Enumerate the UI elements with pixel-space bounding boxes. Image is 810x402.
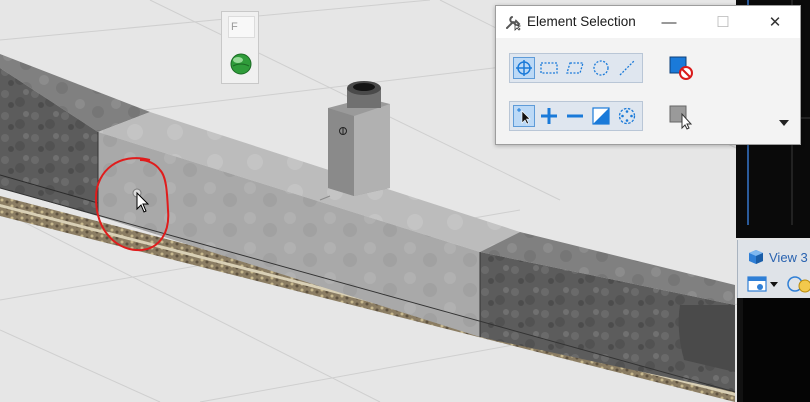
maximize-button[interactable]: ☐ xyxy=(700,6,746,38)
line-icon xyxy=(619,60,635,76)
element-selection-dialog: Element Selection — ☐ ✕ xyxy=(495,5,801,145)
dialog-titlebar[interactable]: Element Selection — ☐ ✕ xyxy=(496,6,800,38)
accudraw-mini-toolbar: F xyxy=(221,11,259,84)
clear-selection-button[interactable] xyxy=(667,54,695,82)
circle-icon xyxy=(593,60,609,76)
chevron-down-icon[interactable] xyxy=(778,118,790,128)
view-3-canvas[interactable] xyxy=(743,298,810,402)
dialog-title: Element Selection xyxy=(527,14,636,29)
view-attributes-icon xyxy=(747,276,767,292)
add-mode-button[interactable] xyxy=(538,105,560,127)
add-icon xyxy=(541,108,557,124)
mini-input-field[interactable]: F xyxy=(228,16,255,38)
view-dropdown-icon xyxy=(770,282,778,287)
subtract-mode-button[interactable] xyxy=(564,105,586,127)
subtract-icon xyxy=(567,114,583,118)
selection-mode-group xyxy=(509,101,643,131)
shape-method-button[interactable] xyxy=(564,57,586,79)
view-3-title: View 3 xyxy=(769,250,808,265)
view-display-icon xyxy=(787,276,810,293)
pick-icon xyxy=(516,60,532,76)
clear-mode-button[interactable] xyxy=(616,105,638,127)
block-method-button[interactable] xyxy=(538,57,560,79)
shape-icon xyxy=(566,62,584,74)
wrench-cursor-icon xyxy=(506,16,522,31)
close-button[interactable]: ✕ xyxy=(752,6,798,38)
minimize-button[interactable]: — xyxy=(646,6,692,38)
invert-icon xyxy=(592,107,610,125)
cube-icon xyxy=(749,250,763,264)
invert-mode-button[interactable] xyxy=(590,105,612,127)
new-selection-button[interactable] xyxy=(513,105,535,127)
view-3-header[interactable]: View 3 xyxy=(737,240,810,298)
pick-method-button[interactable] xyxy=(513,57,535,79)
line-method-button[interactable] xyxy=(616,57,638,79)
circle-method-button[interactable] xyxy=(590,57,612,79)
view-3-panel: View 3 xyxy=(737,240,810,402)
select-all-button[interactable] xyxy=(667,103,695,131)
new-selection-icon xyxy=(517,108,531,125)
selection-method-group xyxy=(509,53,643,83)
block-icon xyxy=(540,62,558,74)
clear-icon xyxy=(618,107,636,125)
clear-selection-icon xyxy=(669,56,693,80)
view-3-toolbar[interactable] xyxy=(747,274,810,294)
globe-icon[interactable] xyxy=(229,52,253,76)
select-all-icon xyxy=(669,105,693,130)
